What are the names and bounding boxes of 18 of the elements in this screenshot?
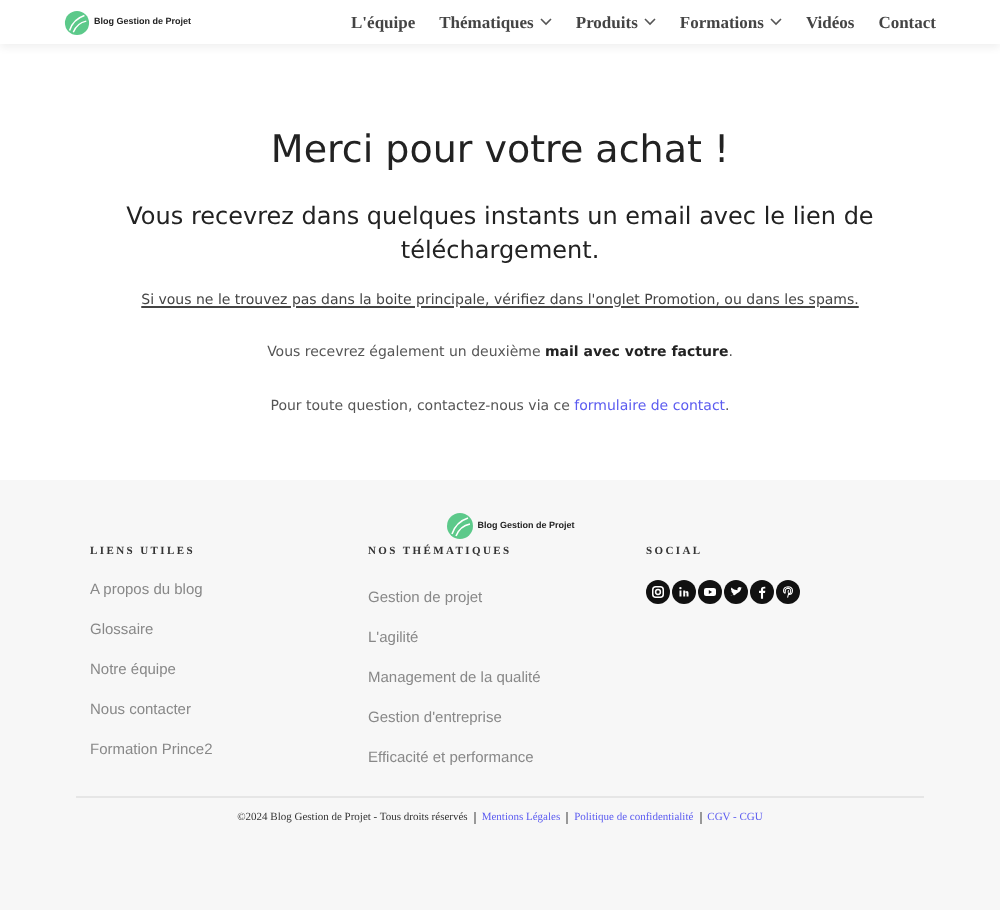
facebook-icon[interactable] — [750, 580, 774, 605]
logo-icon — [445, 512, 474, 540]
nav-link[interactable]: Contact — [878, 9, 936, 35]
nav-link[interactable]: Produits — [575, 9, 656, 35]
caret-icon — [643, 18, 656, 26]
nav-link[interactable]: Thématiques — [439, 9, 552, 35]
nav-link[interactable]: L'équipe — [351, 9, 416, 35]
linkedin-icon[interactable] — [672, 580, 696, 605]
youtube-icon[interactable] — [698, 580, 722, 605]
caret-icon — [539, 18, 552, 26]
nav-link[interactable]: Formations — [679, 9, 782, 35]
bird-icon[interactable] — [724, 580, 748, 605]
subtitle: Vous recevrez dans quelques instants un email avec le lien de téléchargement. — [124, 199, 876, 268]
instagram-icon[interactable] — [646, 580, 670, 605]
page-title: Merci pour votre achat ! — [270, 128, 730, 176]
caret-icon — [769, 18, 782, 26]
nav-link[interactable]: Vidéos — [805, 9, 855, 35]
pinterest-icon[interactable] — [776, 580, 800, 605]
